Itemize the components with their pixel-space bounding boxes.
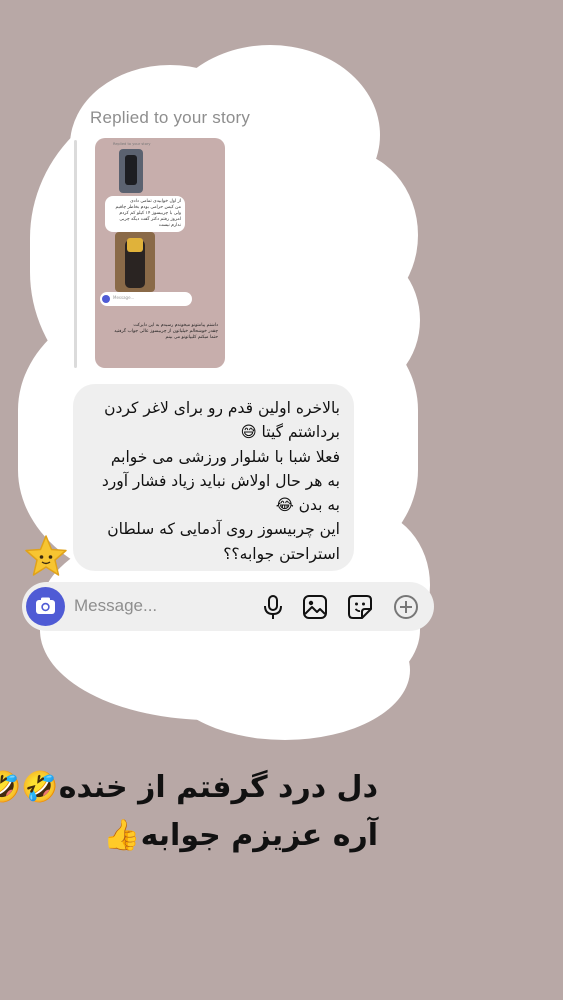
message-line: فعلا شبا با شلوار ورزشی می خوابم	[110, 447, 340, 466]
message-composer: Message...	[22, 582, 434, 631]
message-line: بالاخره اولین قدم رو برای لاغر کردن	[104, 399, 340, 417]
caption-line-2: آره عزیزم جوابه👍	[103, 818, 378, 853]
message-input[interactable]: Message...	[74, 596, 157, 616]
reply-quote-line	[74, 140, 77, 368]
thumbnail-composer: Message...	[100, 292, 192, 306]
sticker-icon[interactable]	[347, 594, 373, 620]
gallery-icon[interactable]	[302, 594, 328, 620]
thumbnail-header: Replied to your story	[113, 142, 151, 146]
add-icon[interactable]	[393, 594, 419, 620]
microphone-icon[interactable]	[260, 594, 286, 620]
message-line: استراحتن جوابه؟؟	[223, 544, 340, 563]
message-line: برداشتم گیتا 😅	[240, 423, 340, 442]
thumbnail-photo-bottom	[115, 232, 155, 292]
message-line: این چربیسوز روی آدمایی که سلطان	[107, 520, 340, 539]
message-text: بالاخره اولین قدم رو برای لاغر کردن بردا…	[78, 396, 340, 566]
replied-to-story-label: Replied to your story	[90, 108, 251, 127]
camera-button[interactable]	[26, 587, 65, 626]
camera-icon	[36, 597, 55, 614]
thumbnail-text-bubble: از اول خوابیدی تمامی دادی من کیس حرامی ب…	[105, 196, 185, 232]
thumbnail-footer-text: داشتم پیامتونو میخوندم رسیدم به این دایر…	[114, 323, 218, 340]
star-reaction-icon[interactable]	[24, 534, 68, 578]
message-bubble[interactable]: بالاخره اولین قدم رو برای لاغر کردن بردا…	[73, 384, 354, 571]
story-thumbnail[interactable]: Replied to your story از اول خوابیدی تما…	[95, 138, 225, 368]
caption-line-1: دل درد گرفتم از خنده🤣🤣	[0, 770, 378, 805]
message-line: به هر حال اولاش نباید زیاد فشار آورد	[101, 471, 340, 490]
message-line: به بدن 😂	[275, 496, 340, 515]
thumbnail-photo-top	[119, 149, 143, 193]
